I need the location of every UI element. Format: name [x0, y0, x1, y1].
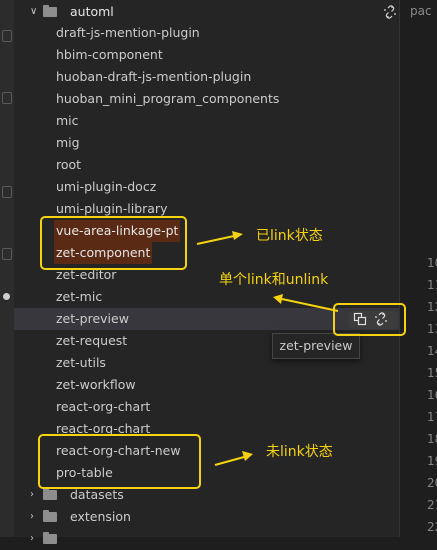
annotation-unlinked-state: 未link状态: [266, 444, 333, 460]
annotation-single-link: 单个link和unlink: [219, 272, 329, 288]
annotation-linked-state: 已link状态: [256, 228, 323, 244]
